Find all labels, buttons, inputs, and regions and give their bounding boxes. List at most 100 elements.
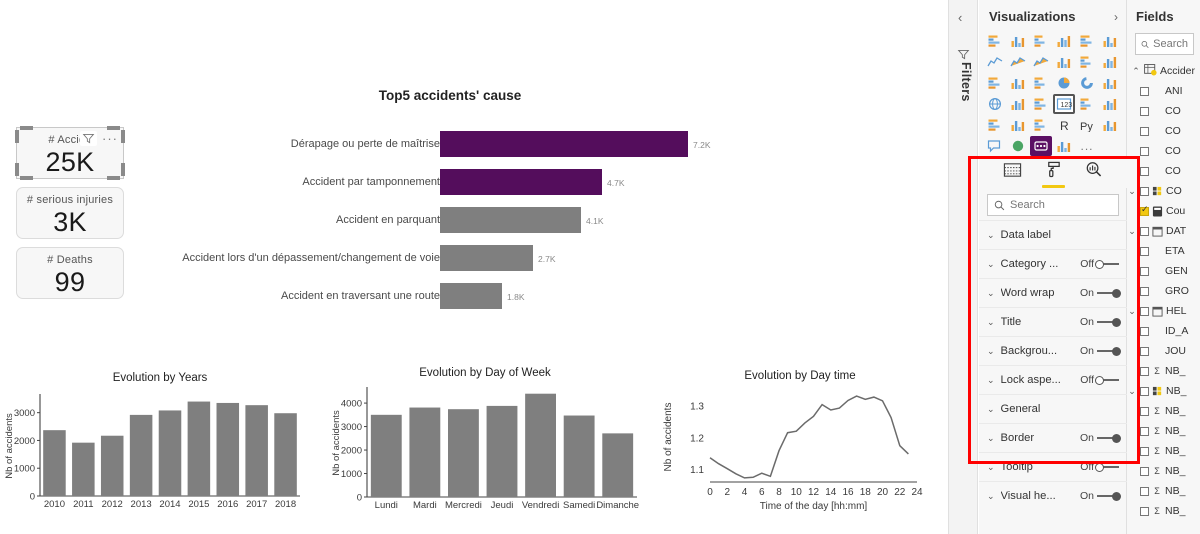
field-checkbox[interactable] <box>1140 326 1149 336</box>
format-section-row[interactable]: ⌄ Title On <box>979 307 1127 336</box>
format-tab[interactable] <box>1041 161 1065 188</box>
bar-row[interactable]: Dérapage ou perte de maîtrise 7.2K <box>160 131 740 157</box>
bar[interactable] <box>216 402 240 496</box>
field-list-item[interactable]: ⌄ DAT <box>1127 221 1200 241</box>
bar-row[interactable]: Accident en traversant une route 1.8K <box>160 283 740 309</box>
more-visuals-icon[interactable]: ... <box>1076 136 1098 156</box>
field-list-item[interactable]: CO <box>1127 101 1200 121</box>
r-visual-icon[interactable]: R <box>1053 115 1075 135</box>
field-list-item[interactable]: ANI <box>1127 81 1200 101</box>
chevron-down-icon[interactable]: ⌄ <box>987 317 995 328</box>
format-section-row[interactable]: ⌄ Border On <box>979 423 1127 452</box>
resize-handle[interactable] <box>121 130 125 143</box>
bar[interactable] <box>525 393 556 497</box>
field-checkbox[interactable] <box>1140 366 1149 376</box>
field-list-item[interactable]: GEN <box>1127 261 1200 281</box>
chevron-down-icon[interactable]: ⌄ <box>987 346 995 357</box>
field-checkbox[interactable] <box>1140 226 1149 236</box>
toggle-track[interactable] <box>1097 346 1121 356</box>
format-sections-list[interactable]: ⌄ Data label ⌄ Category ... Off ⌄ Word wrap On ⌄… <box>979 220 1127 510</box>
field-checkbox[interactable] <box>1140 146 1149 156</box>
bar[interactable] <box>440 245 533 271</box>
bar-row[interactable]: Accident en parquant 4.1K <box>160 207 740 233</box>
field-checkbox[interactable] <box>1140 486 1149 496</box>
scatter-chart-icon[interactable] <box>1030 73 1052 93</box>
stacked-area-chart-icon[interactable] <box>1030 52 1052 72</box>
bar[interactable] <box>486 405 518 497</box>
resize-handle[interactable] <box>20 126 33 130</box>
field-list-item[interactable]: Σ NB_ <box>1127 461 1200 481</box>
bar[interactable] <box>72 442 95 496</box>
bar[interactable] <box>602 433 634 497</box>
bar[interactable] <box>129 414 153 496</box>
area-chart-icon[interactable] <box>1007 52 1029 72</box>
resize-handle[interactable] <box>121 163 125 176</box>
arcgis-map-icon[interactable] <box>1007 136 1029 156</box>
field-checkbox[interactable] <box>1140 346 1149 356</box>
field-checkbox[interactable] <box>1140 246 1149 256</box>
fields-table-node[interactable]: ⌃ Accider <box>1127 61 1200 81</box>
field-checkbox[interactable] <box>1140 266 1149 276</box>
qa-visual-icon[interactable] <box>984 136 1006 156</box>
kpi-card-serious-injuries[interactable]: # serious injuries 3K <box>16 187 124 239</box>
chevron-down-icon[interactable]: ⌄ <box>1127 306 1137 317</box>
bar[interactable] <box>409 407 441 497</box>
field-list-item[interactable]: CO <box>1127 161 1200 181</box>
chevron-down-icon[interactable]: ⌄ <box>987 288 995 299</box>
toggle-track[interactable] <box>1095 375 1119 385</box>
format-section-row[interactable]: ⌄ General <box>979 394 1127 423</box>
toggle-track[interactable] <box>1095 259 1119 269</box>
format-section-toggle[interactable]: On <box>1080 316 1121 328</box>
waterfall-chart-icon[interactable] <box>984 73 1006 93</box>
filter-icon[interactable] <box>80 131 97 146</box>
toggle-track[interactable] <box>1097 433 1121 443</box>
field-checkbox[interactable] <box>1140 506 1149 516</box>
evolution-by-day-time-chart[interactable]: Evolution by Day time 0 2 4 6 8 10 12 14 16 18 20 2… <box>655 370 945 534</box>
field-list-item[interactable]: Σ NB_ <box>1127 501 1200 521</box>
evolution-by-years-chart[interactable]: Evolution by Years 0 1000 2000 3000 2010 2011… <box>0 372 320 534</box>
format-section-toggle[interactable]: On <box>1080 345 1121 357</box>
field-checkbox[interactable] <box>1140 186 1149 196</box>
resize-handle[interactable] <box>15 130 19 143</box>
chevron-down-icon[interactable]: ⌄ <box>987 259 995 270</box>
fields-search-box[interactable]: Search <box>1135 33 1194 55</box>
more-options-icon[interactable]: ··· <box>102 132 118 145</box>
field-list-item[interactable]: ID_A <box>1127 321 1200 341</box>
field-list-item[interactable]: Cou <box>1127 201 1200 221</box>
day-of-week-bar-plot[interactable]: 0 1000 2000 3000 4000 Lundi Mardi Mercredi Jeudi… <box>325 379 645 526</box>
custom-visual-icon[interactable] <box>1030 136 1052 156</box>
card-icon[interactable]: 123 <box>1053 94 1075 114</box>
field-list-item[interactable]: Σ NB_ <box>1127 441 1200 461</box>
format-section-toggle[interactable]: On <box>1080 490 1121 502</box>
line-chart-icon[interactable] <box>984 52 1006 72</box>
more-visuals-icon[interactable] <box>1053 136 1075 156</box>
toggle-knob[interactable] <box>1095 259 1104 269</box>
100-stacked-column-chart-icon[interactable] <box>1099 31 1121 51</box>
field-checkbox[interactable] <box>1140 286 1149 296</box>
chevron-down-icon[interactable]: ⌄ <box>1127 186 1137 197</box>
chevron-up-icon[interactable]: ⌃ <box>1131 66 1141 77</box>
filled-map-icon[interactable] <box>1007 94 1029 114</box>
kpi-card-deaths[interactable]: # Deaths 99 <box>16 247 124 299</box>
chevron-right-icon[interactable]: › <box>1114 10 1118 24</box>
bar[interactable] <box>440 207 581 233</box>
ribbon-chart-icon[interactable] <box>1099 52 1121 72</box>
toggle-track[interactable] <box>1095 462 1119 472</box>
stacked-column-chart-icon[interactable] <box>1007 31 1029 51</box>
bar[interactable] <box>563 415 595 497</box>
format-section-row[interactable]: ⌄ Category ... Off <box>979 249 1127 278</box>
bar[interactable] <box>440 131 688 157</box>
field-list-item[interactable]: GRO <box>1127 281 1200 301</box>
python-visual-icon[interactable]: Py <box>1076 115 1098 135</box>
fields-tab[interactable] <box>1003 162 1022 188</box>
day-time-line-plot[interactable]: 0 2 4 6 8 10 12 14 16 18 20 22 241.11.21.3Time of th… <box>655 382 945 526</box>
stacked-bar-chart-icon[interactable] <box>984 31 1006 51</box>
fields-panel[interactable]: Fields Search ⌃ Accider ANI CO CO CO CO ⌄ CO Co… <box>1127 0 1200 534</box>
kpi-icon[interactable] <box>1099 94 1121 114</box>
chevron-down-icon[interactable]: ⌄ <box>1127 386 1137 397</box>
field-checkbox[interactable] <box>1140 446 1149 456</box>
bar[interactable] <box>440 169 602 195</box>
field-list-item[interactable]: JOU <box>1127 341 1200 361</box>
bar[interactable] <box>100 435 124 496</box>
chevron-down-icon[interactable]: ⌄ <box>1127 226 1137 237</box>
